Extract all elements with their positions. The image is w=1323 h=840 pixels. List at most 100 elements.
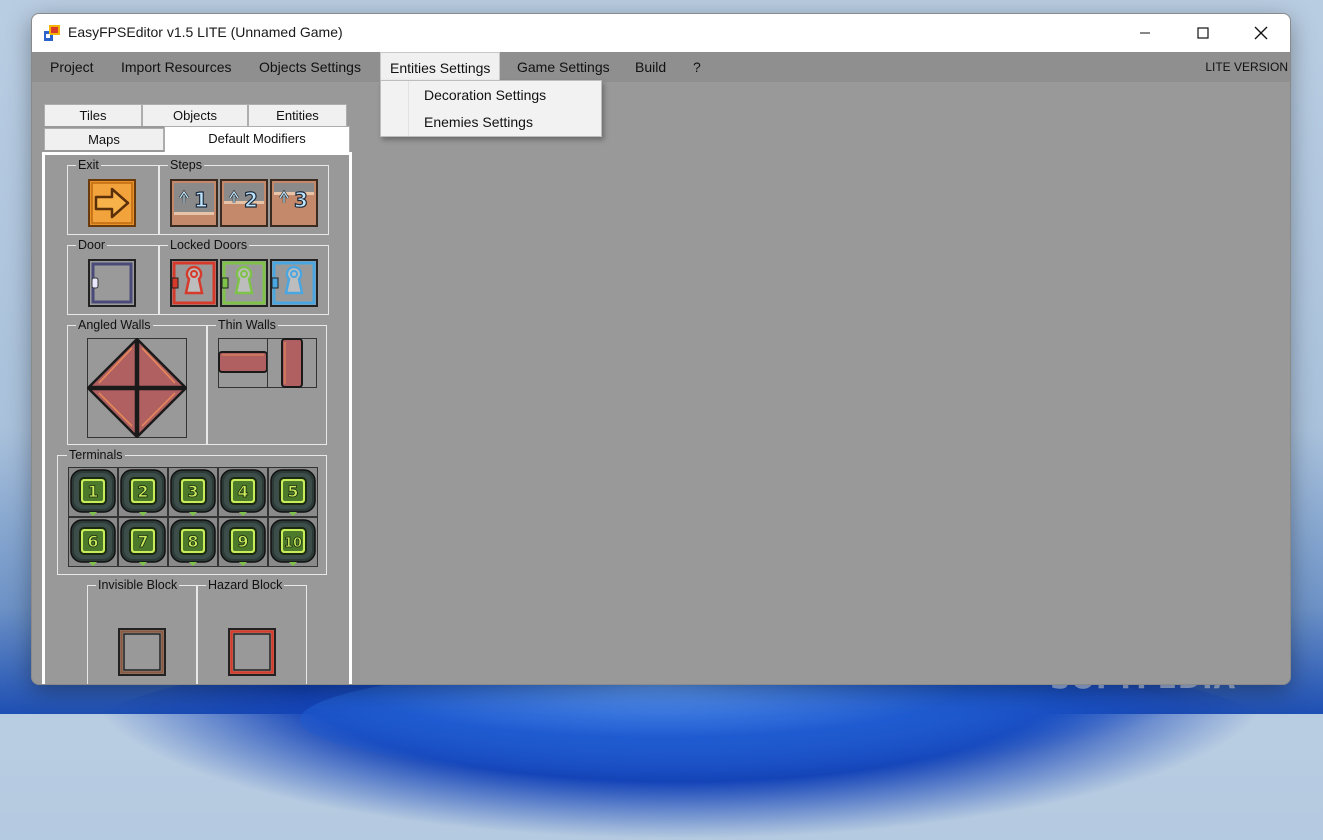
terminal-number: 8 bbox=[187, 532, 198, 551]
step-up-icon: 3 bbox=[270, 179, 318, 227]
window-title: EasyFPSEditor v1.5 LITE (Unnamed Game) bbox=[68, 24, 343, 40]
thin-walls-group: Thin Walls bbox=[207, 318, 327, 445]
locked-door-green-tile[interactable] bbox=[220, 259, 268, 307]
thin-walls-group-label: Thin Walls bbox=[216, 318, 278, 332]
maximize-button[interactable] bbox=[1174, 14, 1232, 52]
thin-wall-horizontal-icon bbox=[218, 338, 268, 388]
step-3-tile[interactable]: 3 bbox=[270, 179, 318, 227]
thin-wall-horizontal-tile[interactable] bbox=[218, 338, 268, 388]
terminal-number: 6 bbox=[87, 532, 98, 551]
terminal-icon: 8 bbox=[168, 517, 218, 567]
invisible-block-tile[interactable] bbox=[118, 628, 166, 676]
terminal-tile[interactable]: 3 bbox=[168, 467, 218, 517]
terminal-number: 2 bbox=[137, 482, 148, 501]
terminal-icon: 3 bbox=[168, 467, 218, 517]
menu-help[interactable]: ? bbox=[684, 52, 710, 82]
terminal-icon: 7 bbox=[118, 517, 168, 567]
locked-doors-group: Locked Doors bbox=[159, 238, 329, 315]
invisible-block-group-label: Invisible Block bbox=[96, 578, 180, 592]
terminal-tile[interactable]: 7 bbox=[118, 517, 168, 567]
title-bar: EasyFPSEditor v1.5 LITE (Unnamed Game) bbox=[32, 14, 1290, 52]
menu-objects-settings[interactable]: Objects Settings bbox=[250, 52, 370, 82]
red-keyhole-icon bbox=[170, 259, 218, 307]
door-icon bbox=[88, 259, 136, 307]
terminal-grid: 1 2 3 4 5 6 7 8 9 10 bbox=[68, 467, 318, 567]
terminal-number: 4 bbox=[237, 482, 248, 501]
default-modifiers-panel: Exit Steps 1 2 3 Door Locked Doors Angle… bbox=[42, 152, 352, 684]
minimize-button[interactable] bbox=[1116, 14, 1174, 52]
maximize-icon bbox=[1197, 27, 1209, 39]
lite-version-label: LITE VERSION bbox=[1205, 60, 1288, 74]
svg-text:1: 1 bbox=[194, 188, 208, 212]
invisible-block-group: Invisible Block bbox=[87, 578, 197, 684]
terminal-tile[interactable]: 5 bbox=[268, 467, 318, 517]
hazard-block-group-label: Hazard Block bbox=[206, 578, 285, 592]
terminal-tile[interactable]: 9 bbox=[218, 517, 268, 567]
terminal-tile[interactable]: 10 bbox=[268, 517, 318, 567]
angled-walls-group: Angled Walls bbox=[67, 318, 207, 445]
terminal-tile[interactable]: 8 bbox=[168, 517, 218, 567]
menu-build[interactable]: Build bbox=[626, 52, 675, 82]
close-icon bbox=[1254, 26, 1268, 40]
app-icon bbox=[44, 25, 60, 41]
terminal-number: 3 bbox=[187, 482, 198, 501]
terminal-number: 9 bbox=[237, 532, 248, 551]
menu-bar: Project Import Resources Objects Setting… bbox=[32, 52, 1290, 82]
close-button[interactable] bbox=[1232, 14, 1290, 52]
terminal-number: 10 bbox=[284, 536, 302, 551]
terminal-tile[interactable]: 4 bbox=[218, 467, 268, 517]
terminal-number: 5 bbox=[287, 482, 298, 501]
hazard-block-group: Hazard Block bbox=[197, 578, 307, 684]
step-up-icon: 1 bbox=[170, 179, 218, 227]
door-tile[interactable] bbox=[88, 259, 136, 307]
exit-arrow-icon bbox=[88, 179, 136, 227]
menu-project[interactable]: Project bbox=[41, 52, 103, 82]
menu-import-resources[interactable]: Import Resources bbox=[112, 52, 240, 82]
terminal-number: 1 bbox=[87, 482, 98, 501]
exit-group-label: Exit bbox=[76, 158, 101, 172]
step-up-icon: 2 bbox=[220, 179, 268, 227]
terminal-icon: 10 bbox=[268, 517, 318, 567]
svg-text:2: 2 bbox=[244, 188, 258, 212]
invisible-block-icon bbox=[118, 628, 166, 676]
exit-group: Exit bbox=[67, 158, 159, 235]
terminal-icon: 4 bbox=[218, 467, 268, 517]
step-2-tile[interactable]: 2 bbox=[220, 179, 268, 227]
terminal-icon: 6 bbox=[68, 517, 118, 567]
locked-doors-group-label: Locked Doors bbox=[168, 238, 250, 252]
step-1-tile[interactable]: 1 bbox=[170, 179, 218, 227]
steps-group-label: Steps bbox=[168, 158, 204, 172]
terminal-icon: 1 bbox=[68, 467, 118, 517]
tab-entities[interactable]: Entities bbox=[248, 104, 347, 126]
tab-maps[interactable]: Maps bbox=[44, 128, 164, 150]
locked-door-blue-tile[interactable] bbox=[270, 259, 318, 307]
angled-walls-group-label: Angled Walls bbox=[76, 318, 153, 332]
menu-enemies-settings[interactable]: Enemies Settings bbox=[424, 114, 533, 130]
app-window: EasyFPSEditor v1.5 LITE (Unnamed Game) P… bbox=[31, 13, 1291, 685]
tab-default-modifiers[interactable]: Default Modifiers bbox=[164, 126, 350, 152]
angled-walls-tile[interactable] bbox=[87, 338, 187, 438]
exit-tile[interactable] bbox=[88, 179, 136, 227]
terminal-icon: 9 bbox=[218, 517, 268, 567]
terminal-icon: 5 bbox=[268, 467, 318, 517]
tab-tiles[interactable]: Tiles bbox=[44, 104, 142, 126]
menu-entities-settings[interactable]: Entities Settings bbox=[380, 52, 501, 82]
terminal-tile[interactable]: 6 bbox=[68, 517, 118, 567]
menu-game-settings[interactable]: Game Settings bbox=[508, 52, 619, 82]
thin-wall-vertical-tile[interactable] bbox=[267, 338, 317, 388]
entities-settings-dropdown: Decoration Settings Enemies Settings bbox=[380, 80, 602, 137]
blue-keyhole-icon bbox=[270, 259, 318, 307]
terminal-tile[interactable]: 1 bbox=[68, 467, 118, 517]
terminal-tile[interactable]: 2 bbox=[118, 467, 168, 517]
angled-walls-icon bbox=[87, 338, 187, 438]
terminal-number: 7 bbox=[137, 532, 148, 551]
tab-objects[interactable]: Objects bbox=[142, 104, 248, 126]
green-keyhole-icon bbox=[220, 259, 268, 307]
svg-text:3: 3 bbox=[294, 188, 308, 212]
minimize-icon bbox=[1140, 32, 1150, 34]
terminals-group-label: Terminals bbox=[67, 448, 125, 462]
menu-decoration-settings[interactable]: Decoration Settings bbox=[424, 87, 546, 103]
hazard-block-tile[interactable] bbox=[228, 628, 276, 676]
left-panel: Tiles Objects Entities Maps Default Modi… bbox=[42, 104, 352, 684]
locked-door-red-tile[interactable] bbox=[170, 259, 218, 307]
